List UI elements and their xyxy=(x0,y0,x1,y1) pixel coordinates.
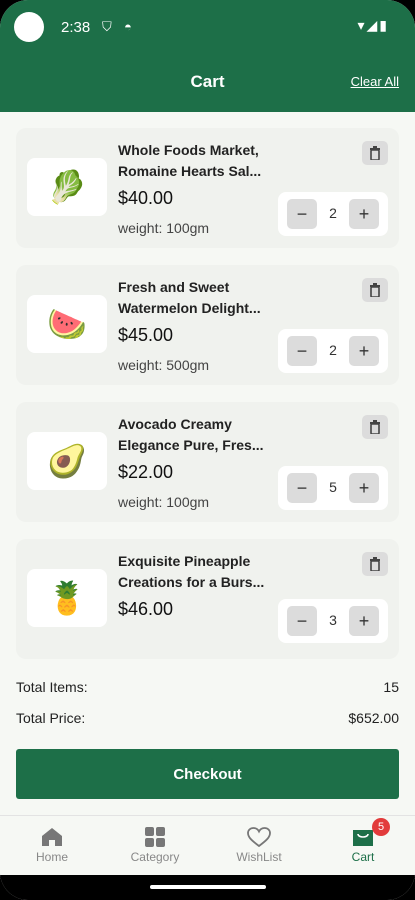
trash-icon xyxy=(370,146,380,160)
decrease-quantity-button[interactable]: − xyxy=(287,199,317,229)
nav-category-label: Category xyxy=(130,850,180,864)
cart-badge: 5 xyxy=(372,818,390,836)
nav-category[interactable]: Category xyxy=(110,824,200,864)
total-price-row: Total Price: $652.00 xyxy=(16,710,399,726)
item-price: $22.00 xyxy=(118,462,174,482)
item-weight: weight: 500gm xyxy=(118,357,210,373)
quantity-value: 2 xyxy=(329,205,337,221)
heart-icon xyxy=(214,824,304,850)
system-status-icons: ▾◢▮ xyxy=(357,17,389,34)
nav-wishlist[interactable]: WishList xyxy=(214,824,304,864)
app-screen: 2:38 ⛉ ◓ ▾◢▮ Cart Clear All 🥬 Whole Food… xyxy=(0,0,415,900)
nav-wishlist-label: WishList xyxy=(236,850,282,864)
cart-item: 🥑 Avocado Creamy Elegance Pure, Fres... … xyxy=(16,402,399,522)
quantity-stepper: − 5 + xyxy=(278,466,388,510)
cart-icon: 5 xyxy=(318,818,408,850)
grid-icon xyxy=(110,824,200,850)
signal-icon: ◢ xyxy=(366,17,380,33)
app-status-icon: ◓ xyxy=(124,19,132,34)
increase-quantity-button[interactable]: + xyxy=(349,606,379,636)
quantity-value: 5 xyxy=(329,479,337,495)
lettuce-icon: 🥬 xyxy=(27,158,107,216)
increase-quantity-button[interactable]: + xyxy=(349,336,379,366)
checkout-button[interactable]: Checkout xyxy=(16,749,399,799)
decrease-quantity-button[interactable]: − xyxy=(287,473,317,503)
total-price-label: Total Price: xyxy=(16,710,86,726)
decrease-quantity-button[interactable]: − xyxy=(287,606,317,636)
item-title: Fresh and Sweet Watermelon Delight... xyxy=(118,279,261,316)
total-items-row: Total Items: 15 xyxy=(16,679,399,695)
cart-list: 🥬 Whole Foods Market, Romaine Hearts Sal… xyxy=(16,128,399,676)
watermelon-icon: 🍉 xyxy=(27,295,107,353)
total-items-value: 15 xyxy=(383,679,399,695)
quantity-value: 3 xyxy=(329,612,337,628)
quantity-value: 2 xyxy=(329,342,337,358)
avocado-icon: 🥑 xyxy=(27,432,107,490)
bottom-nav: Home Category WishList 5 Cart xyxy=(0,815,415,875)
item-title: Exquisite Pineapple Creations for a Burs… xyxy=(118,553,265,590)
status-bar: 2:38 ⛉ ◓ ▾◢▮ xyxy=(0,0,415,56)
delete-button[interactable] xyxy=(362,278,388,302)
nav-cart-label: Cart xyxy=(351,850,375,864)
home-indicator[interactable] xyxy=(150,885,266,889)
shield-status-icon: ⛉ xyxy=(102,19,112,34)
total-price-value: $652.00 xyxy=(348,710,399,726)
item-price: $46.00 xyxy=(118,599,174,619)
nav-home-label: Home xyxy=(35,850,68,864)
item-price: $45.00 xyxy=(118,325,174,345)
decrease-quantity-button[interactable]: − xyxy=(287,336,317,366)
app-header: 2:38 ⛉ ◓ ▾◢▮ Cart Clear All xyxy=(0,0,415,112)
quantity-stepper: − 2 + xyxy=(278,329,388,373)
status-time: 2:38 xyxy=(61,19,91,36)
cart-item: 🍍 Exquisite Pineapple Creations for a Bu… xyxy=(16,539,399,659)
clear-all-link[interactable]: Clear All xyxy=(351,74,399,89)
item-price: $40.00 xyxy=(118,188,174,208)
home-icon xyxy=(7,824,97,850)
trash-icon xyxy=(370,557,380,571)
cart-item: 🍉 Fresh and Sweet Watermelon Delight... … xyxy=(16,265,399,385)
delete-button[interactable] xyxy=(362,141,388,165)
total-items-label: Total Items: xyxy=(16,679,88,695)
nav-home[interactable]: Home xyxy=(7,824,97,864)
item-title: Avocado Creamy Elegance Pure, Fres... xyxy=(118,416,264,453)
wifi-icon: ▾ xyxy=(357,17,367,33)
quantity-stepper: − 3 + xyxy=(278,599,388,643)
trash-icon xyxy=(370,420,380,434)
cart-item: 🥬 Whole Foods Market, Romaine Hearts Sal… xyxy=(16,128,399,248)
nav-cart[interactable]: 5 Cart xyxy=(318,818,408,864)
pineapple-icon: 🍍 xyxy=(27,569,107,627)
quantity-stepper: − 2 + xyxy=(278,192,388,236)
increase-quantity-button[interactable]: + xyxy=(349,199,379,229)
increase-quantity-button[interactable]: + xyxy=(349,473,379,503)
battery-icon: ▮ xyxy=(379,17,389,33)
delete-button[interactable] xyxy=(362,415,388,439)
item-title: Whole Foods Market, Romaine Hearts Sal..… xyxy=(118,142,262,179)
camera-cutout xyxy=(14,12,44,42)
gesture-area xyxy=(0,875,415,900)
trash-icon xyxy=(370,283,380,297)
delete-button[interactable] xyxy=(362,552,388,576)
item-weight: weight: 100gm xyxy=(118,494,210,510)
item-weight: weight: 100gm xyxy=(118,220,210,236)
